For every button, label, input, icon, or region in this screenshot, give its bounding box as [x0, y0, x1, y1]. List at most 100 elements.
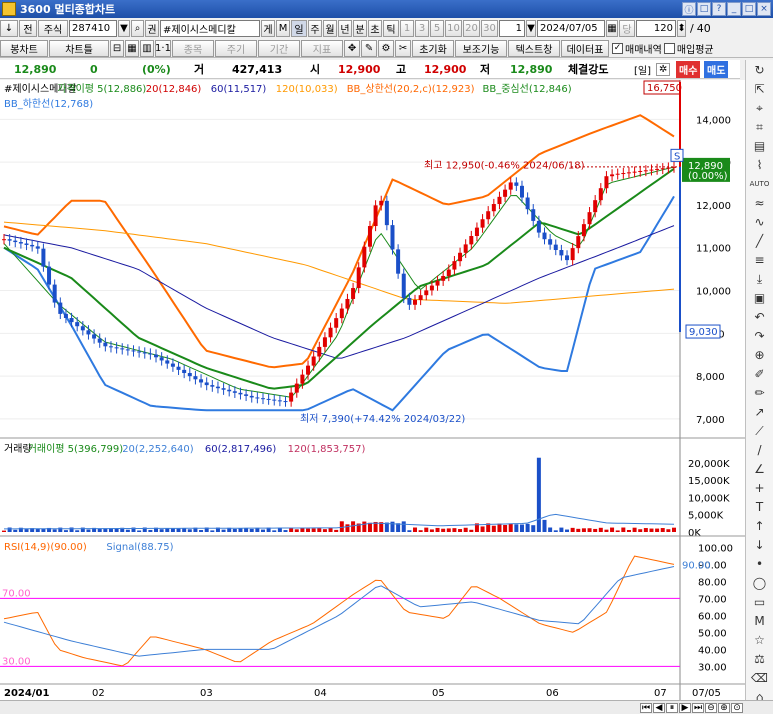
ellipse-icon[interactable]: ◯ — [750, 574, 770, 592]
prev-button[interactable]: 전 — [19, 20, 37, 37]
period-button[interactable]: 주기 — [215, 39, 257, 57]
split-icon[interactable]: ▥ — [140, 39, 154, 57]
crosshair-icon[interactable]: ⌖ — [750, 99, 770, 117]
pencil-icon[interactable]: ✏ — [750, 384, 770, 402]
period-month[interactable]: 월 — [323, 20, 337, 37]
cross-icon[interactable]: + — [750, 479, 770, 497]
m-button[interactable]: M — [276, 20, 290, 37]
brush-icon[interactable]: ✐ — [750, 365, 770, 383]
chart-frame-button[interactable]: 차트틀 — [49, 39, 109, 57]
bottom-scroll-bar[interactable]: ⏮ ◀ ⏸ ▶ ⏭ ⊖ ⊕ ⊙ — [0, 700, 773, 714]
minute-3[interactable]: 3 — [415, 20, 429, 37]
zoom-in-icon[interactable]: ⊕ — [718, 702, 730, 713]
trend-icon[interactable]: ≈ — [750, 194, 770, 212]
grid-icon[interactable]: ▦ — [125, 39, 139, 57]
settings-icon[interactable]: ⚙ — [378, 39, 394, 57]
ruler-icon[interactable]: ⌗ — [750, 118, 770, 136]
move-icon[interactable]: ✥ — [344, 39, 360, 57]
scroll-pause-icon[interactable]: ⏸ — [666, 702, 678, 713]
market-type-select[interactable]: 주식 — [38, 20, 68, 37]
zoom-icon[interactable]: ⊕ — [750, 346, 770, 364]
scroll-last-icon[interactable]: ⏭ — [692, 702, 704, 713]
rect-icon[interactable]: ▭ — [750, 593, 770, 611]
text-window-button[interactable]: 텍스트창 — [508, 39, 560, 57]
date-field[interactable]: 2024/07/05 — [537, 20, 605, 37]
count-spin-icon[interactable]: ⬍ — [677, 20, 686, 37]
pen-icon[interactable]: ✎ — [361, 39, 377, 57]
text-icon[interactable]: T — [750, 498, 770, 516]
period-second[interactable]: 초 — [368, 20, 382, 37]
arrow-down-icon[interactable]: ↓ — [750, 536, 770, 554]
search-icon[interactable]: ⌕ — [131, 20, 144, 37]
dot-icon[interactable]: • — [750, 555, 770, 573]
fib-icon[interactable]: ≡ — [750, 251, 770, 269]
period-week[interactable]: 주 — [308, 20, 322, 37]
interval-dropdown-icon[interactable]: ▼ — [526, 20, 536, 37]
minimize-icon[interactable]: _ — [727, 2, 741, 16]
diagonal-icon[interactable]: ⟋ — [750, 422, 770, 440]
maximize-icon[interactable]: □ — [742, 2, 756, 16]
candle-icon[interactable]: ▤ — [750, 137, 770, 155]
link-icon[interactable]: ↓ — [0, 20, 18, 37]
arrow-up-icon[interactable]: ↑ — [750, 517, 770, 535]
calendar-icon[interactable]: ▦ — [606, 20, 618, 37]
trade-history-checkbox[interactable]: ✓ — [612, 42, 623, 54]
auto-icon[interactable]: AUTO — [750, 175, 770, 193]
help-icon[interactable]: ? — [712, 2, 726, 16]
interval-input[interactable]: 1 — [499, 20, 525, 37]
refresh-icon[interactable]: ↻ — [750, 61, 770, 79]
zoom-out-icon[interactable]: ⊖ — [705, 702, 717, 713]
scale-icon[interactable]: ⚖ — [750, 650, 770, 668]
period-day[interactable]: 일 — [291, 20, 307, 37]
download-icon[interactable]: ⤓ — [750, 270, 770, 288]
period-tick[interactable]: 틱 — [383, 20, 399, 37]
symbol-button[interactable]: 종목 — [172, 39, 214, 57]
data-table-button[interactable]: 데이터표 — [561, 39, 609, 57]
angle-icon[interactable]: ∠ — [750, 460, 770, 478]
period-year[interactable]: 년 — [338, 20, 352, 37]
close-icon[interactable]: × — [757, 2, 771, 16]
line-icon[interactable]: ╱ — [750, 232, 770, 250]
notice-button[interactable]: 게 — [261, 20, 275, 37]
range-button[interactable]: 기간 — [258, 39, 300, 57]
minute-5[interactable]: 5 — [430, 20, 444, 37]
wave-icon[interactable]: ∿ — [750, 213, 770, 231]
today-button[interactable]: 당 — [619, 20, 635, 37]
minute-20[interactable]: 20 — [463, 20, 480, 37]
avg-price-checkbox[interactable] — [663, 42, 675, 54]
candle-chart-button[interactable]: 봉차트 — [0, 39, 48, 57]
zoom-reset-icon[interactable]: ⊙ — [731, 702, 743, 713]
chart-area[interactable]: 최고 12,950(-0.46% 2024/06/18) 최저 7,390(+74… — [0, 80, 745, 700]
stock-code-input[interactable]: 287410 — [69, 20, 117, 37]
code-dropdown-icon[interactable]: ▼ — [118, 20, 130, 37]
m-tool-icon[interactable]: M — [750, 612, 770, 630]
period-indicator[interactable]: [일] — [634, 62, 651, 77]
reset-button[interactable]: 초기화 — [412, 39, 454, 57]
period-minute[interactable]: 분 — [353, 20, 367, 37]
eraser-icon[interactable]: ⌫ — [750, 669, 770, 687]
buy-button[interactable]: 매수 — [676, 60, 701, 78]
settings-small-icon[interactable]: ✲ — [656, 62, 671, 76]
cursor-icon[interactable]: ⇱ — [750, 80, 770, 98]
scroll-prev-icon[interactable]: ◀ — [653, 702, 665, 713]
aux-function-button[interactable]: 보조기능 — [455, 39, 507, 57]
scissors-icon[interactable]: ✂ — [395, 39, 411, 57]
minute-1[interactable]: 1 — [400, 20, 414, 37]
stock-name-field[interactable]: #제이시스메디칼 — [160, 20, 260, 37]
arrow-up-right-icon[interactable]: ↗ — [750, 403, 770, 421]
slash-icon[interactable]: / — [750, 441, 770, 459]
magnet-icon[interactable]: ⌇ — [750, 156, 770, 174]
info-icon[interactable]: ⓘ — [682, 2, 696, 16]
layout-icon[interactable]: ⊟ — [110, 39, 124, 57]
minute-30[interactable]: 30 — [481, 20, 498, 37]
indicator-button[interactable]: 지표 — [301, 39, 343, 57]
star-icon[interactable]: ☆ — [750, 631, 770, 649]
scroll-first-icon[interactable]: ⏮ — [640, 702, 652, 713]
restore-icon[interactable]: □ — [697, 2, 711, 16]
count-input[interactable]: 120 — [636, 20, 676, 37]
redo-icon[interactable]: ↷ — [750, 327, 770, 345]
scroll-next-icon[interactable]: ▶ — [679, 702, 691, 713]
box-icon[interactable]: ▣ — [750, 289, 770, 307]
one-to-one-icon[interactable]: 1·1 — [155, 39, 171, 57]
minute-10[interactable]: 10 — [445, 20, 462, 37]
